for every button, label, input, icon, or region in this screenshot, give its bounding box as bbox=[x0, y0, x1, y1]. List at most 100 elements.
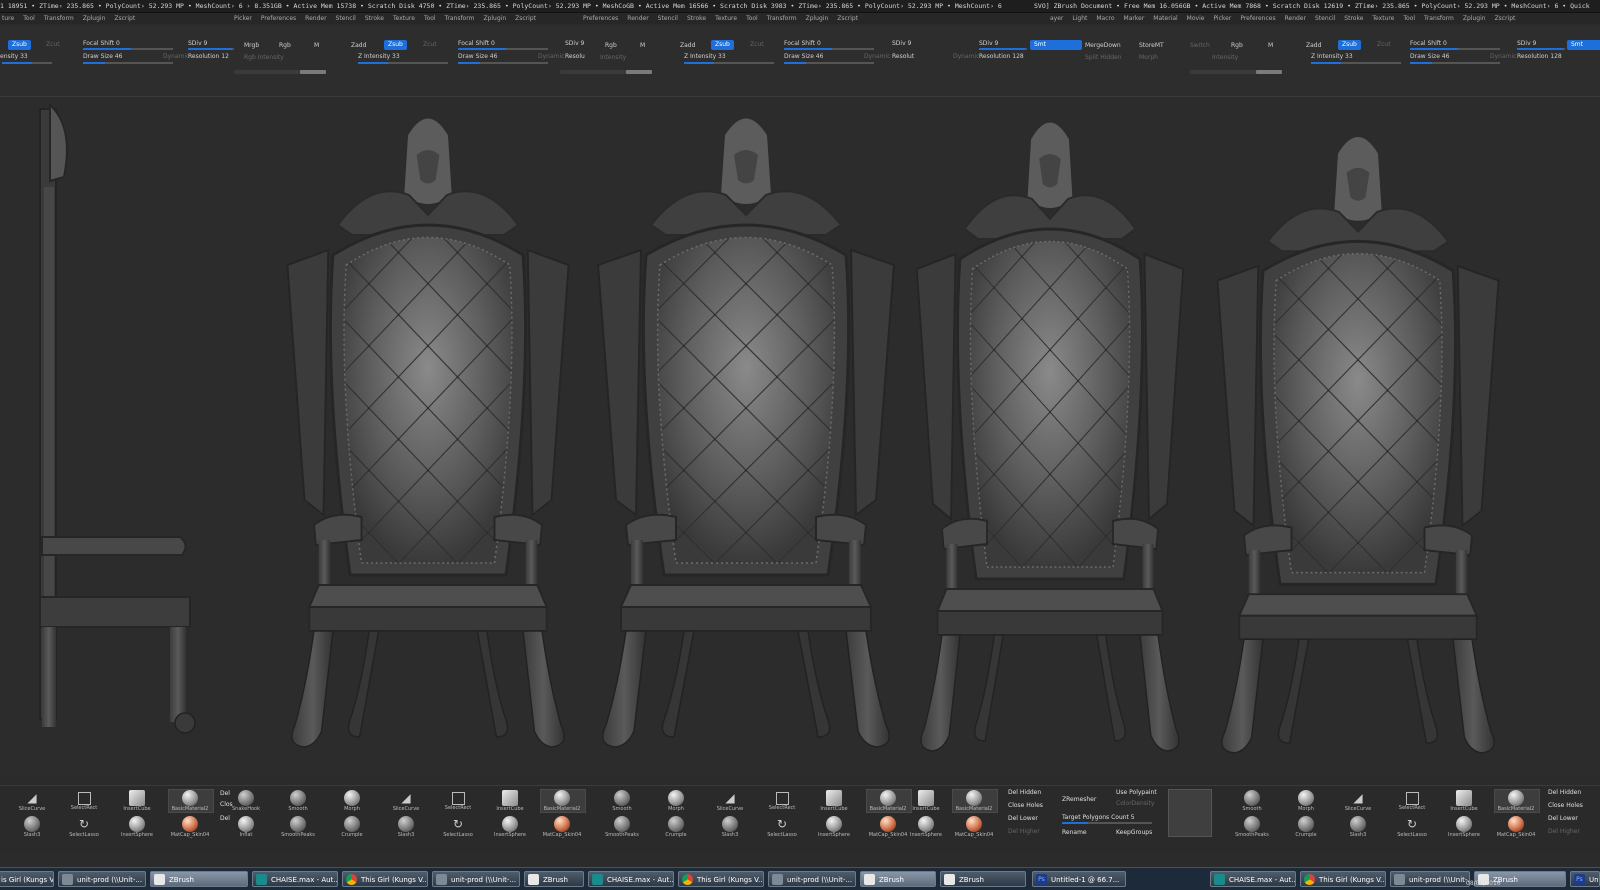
select-rect-brush[interactable]: SelectRect bbox=[760, 790, 804, 812]
taskbar-item-3dsmax[interactable]: CHAISE.max - Aut... bbox=[252, 871, 338, 887]
dynamic-toggle[interactable]: Dynamic bbox=[163, 53, 189, 61]
basic-material2-swatch[interactable]: BasicMaterial2 bbox=[1494, 790, 1538, 813]
sdiv-slider[interactable]: SDiv 9 bbox=[979, 40, 998, 48]
z-intensity-track[interactable] bbox=[358, 62, 448, 64]
menu-item[interactable]: Zscript bbox=[837, 15, 858, 22]
dynamic-toggle[interactable]: Dynamic bbox=[953, 53, 979, 61]
menu-item[interactable]: Zplugin bbox=[83, 15, 106, 22]
tool-preview[interactable] bbox=[1168, 789, 1212, 837]
menu-item[interactable]: Stencil bbox=[336, 15, 356, 22]
focal-shift-slider[interactable]: Focal Shift 0 bbox=[784, 40, 821, 48]
slash3-brush[interactable]: Slash3 bbox=[10, 816, 54, 839]
use-polypaint-toggle[interactable]: Use Polypaint bbox=[1116, 788, 1157, 797]
focal-shift-slider[interactable]: Focal Shift 0 bbox=[1410, 40, 1447, 48]
zadd-button[interactable]: Zadd bbox=[351, 42, 366, 50]
m-button[interactable]: M bbox=[1268, 42, 1273, 50]
taskbar-item-zbrush[interactable]: ZBrush bbox=[940, 871, 1026, 887]
matcap-skin04-swatch[interactable]: MatCap_Skin04 bbox=[1494, 816, 1538, 839]
split-hidden-button[interactable]: Split Hidden bbox=[1085, 54, 1122, 62]
focal-shift-slider[interactable]: Focal Shift 0 bbox=[83, 40, 120, 48]
taskbar-item-explorer[interactable]: unit-prod (\\Unit-... bbox=[768, 871, 856, 887]
matcap-skin04-swatch[interactable]: MatCap_Skin04 bbox=[168, 816, 212, 839]
m-button[interactable]: M bbox=[640, 42, 645, 50]
insert-sphere-brush[interactable]: InsertSphere bbox=[115, 816, 159, 839]
morph-brush[interactable]: Morph bbox=[654, 790, 698, 813]
menu-item[interactable]: Texture bbox=[715, 15, 737, 22]
sdiv-track[interactable] bbox=[979, 48, 1027, 50]
menu-item[interactable]: Picker bbox=[1213, 15, 1231, 22]
taskbar-item-zbrush[interactable]: ZBrush bbox=[150, 871, 248, 887]
slash3-brush[interactable]: Slash3 bbox=[384, 816, 428, 839]
z-intensity-slider[interactable]: Z Intensity 33 bbox=[1311, 53, 1353, 61]
smooth-brush[interactable]: Smooth bbox=[1230, 790, 1274, 813]
zcut-button[interactable]: Zcut bbox=[746, 40, 768, 50]
taskbar-item-zbrush[interactable]: ZBrush bbox=[524, 871, 584, 887]
insert-cube-brush[interactable]: InsertCube bbox=[1442, 790, 1486, 813]
intensity-slider[interactable] bbox=[2, 62, 52, 64]
menu-item[interactable]: Tool bbox=[424, 15, 436, 22]
matcap-skin04-swatch[interactable]: MatCap_Skin04 bbox=[540, 816, 584, 839]
select-lasso-brush[interactable]: ↻ SelectLasso bbox=[436, 816, 480, 839]
menu-item[interactable]: Texture bbox=[1372, 15, 1394, 22]
draw-size-track[interactable] bbox=[458, 62, 548, 64]
menu-item[interactable]: Preferences bbox=[583, 15, 618, 22]
taskbar-item-3dsmax[interactable]: CHAISE.max - Aut... bbox=[1210, 871, 1296, 887]
taskbar-item-photoshop[interactable]: Ps Un bbox=[1570, 871, 1600, 887]
focal-shift-slider[interactable]: Focal Shift 0 bbox=[458, 40, 495, 48]
menu-item[interactable]: Render bbox=[305, 15, 326, 22]
morph-brush[interactable]: Morph bbox=[330, 790, 374, 813]
select-rect-brush[interactable]: SelectRect bbox=[62, 790, 106, 812]
resolution-slider[interactable]: Resolution 128 bbox=[979, 53, 1024, 61]
del-lower-button[interactable]: Del Lower bbox=[1008, 814, 1038, 823]
menu-item[interactable]: Tool bbox=[746, 15, 758, 22]
dynamic-toggle[interactable]: Dynamic bbox=[1490, 53, 1516, 61]
select-lasso-brush[interactable]: ↻ SelectLasso bbox=[62, 816, 106, 839]
draw-size-slider[interactable]: Draw Size 46 bbox=[458, 53, 497, 61]
intensity-label[interactable]: ensity 33 bbox=[0, 53, 28, 61]
rgb-button[interactable]: Rgb bbox=[279, 42, 291, 50]
insert-sphere-brush[interactable]: InsertSphere bbox=[812, 816, 856, 839]
target-polygons-track[interactable] bbox=[1062, 822, 1152, 824]
smt-button[interactable]: Smt bbox=[1567, 40, 1600, 50]
menu-item[interactable]: Transform bbox=[44, 15, 74, 22]
insert-sphere-brush[interactable]: InsertSphere bbox=[1442, 816, 1486, 839]
slice-curve-brush[interactable]: ◢ SliceCurve bbox=[384, 790, 428, 813]
focal-shift-track[interactable] bbox=[1410, 48, 1500, 50]
resolution-slider[interactable]: Resolution 12 bbox=[188, 53, 229, 61]
sdiv-slider[interactable]: SDiv 9 bbox=[1517, 40, 1536, 48]
select-lasso-brush[interactable]: ↻ SelectLasso bbox=[760, 816, 804, 839]
basic-material2-swatch[interactable]: BasicMaterial2 bbox=[540, 790, 584, 813]
menu-item[interactable]: ture bbox=[2, 15, 14, 22]
crumple-brush[interactable]: Crumple bbox=[654, 816, 698, 839]
taskbar-item-3dsmax[interactable]: CHAISE.max - Aut... bbox=[588, 871, 674, 887]
menu-item[interactable]: Stencil bbox=[1315, 15, 1335, 22]
menu-item[interactable]: Transform bbox=[1424, 15, 1454, 22]
morph-button[interactable]: Morph bbox=[1139, 54, 1158, 62]
taskbar-item-explorer[interactable]: unit-prod (\\Unit-... bbox=[432, 871, 520, 887]
menu-item[interactable]: Zplugin bbox=[806, 15, 829, 22]
insert-sphere-brush[interactable]: InsertSphere bbox=[904, 816, 948, 839]
select-rect-brush[interactable]: SelectRect bbox=[1390, 790, 1434, 812]
del-hidden-button[interactable]: Del Hidden bbox=[1008, 788, 1041, 797]
z-intensity-track[interactable] bbox=[684, 62, 774, 64]
menu-item[interactable]: Stencil bbox=[658, 15, 678, 22]
insert-cube-brush[interactable]: InsertCube bbox=[904, 790, 948, 813]
draw-size-slider[interactable]: Draw Size 46 bbox=[83, 53, 122, 61]
zremesher-button[interactable]: ZRemesher bbox=[1062, 795, 1096, 804]
mrgb-button[interactable]: Mrgb bbox=[244, 42, 259, 50]
dynamic-toggle[interactable]: Dynamic bbox=[864, 53, 890, 61]
menu-item[interactable]: Tool bbox=[23, 15, 35, 22]
del-higher-button[interactable]: Del Higher bbox=[1008, 827, 1040, 836]
menu-item[interactable]: Stroke bbox=[687, 15, 706, 22]
matcap-skin04-swatch[interactable]: MatCap_Skin04 bbox=[952, 816, 996, 839]
snake-hook-brush[interactable]: SnakeHook bbox=[224, 790, 268, 813]
taskbar-item-zbrush[interactable]: ZBrush bbox=[860, 871, 936, 887]
rgb-button[interactable]: Rgb bbox=[1231, 42, 1243, 50]
smooth-peaks-brush[interactable]: SmoothPeaks bbox=[276, 816, 320, 839]
intensity-slider[interactable]: Intensity bbox=[600, 54, 626, 62]
menu-item[interactable]: Light bbox=[1072, 15, 1087, 22]
slash3-brush[interactable]: Slash3 bbox=[708, 816, 752, 839]
target-polygons-slider[interactable]: Target Polygons Count 5 bbox=[1062, 813, 1135, 822]
menu-item[interactable]: Preferences bbox=[1240, 15, 1275, 22]
crumple-brush[interactable]: Crumple bbox=[1284, 816, 1328, 839]
